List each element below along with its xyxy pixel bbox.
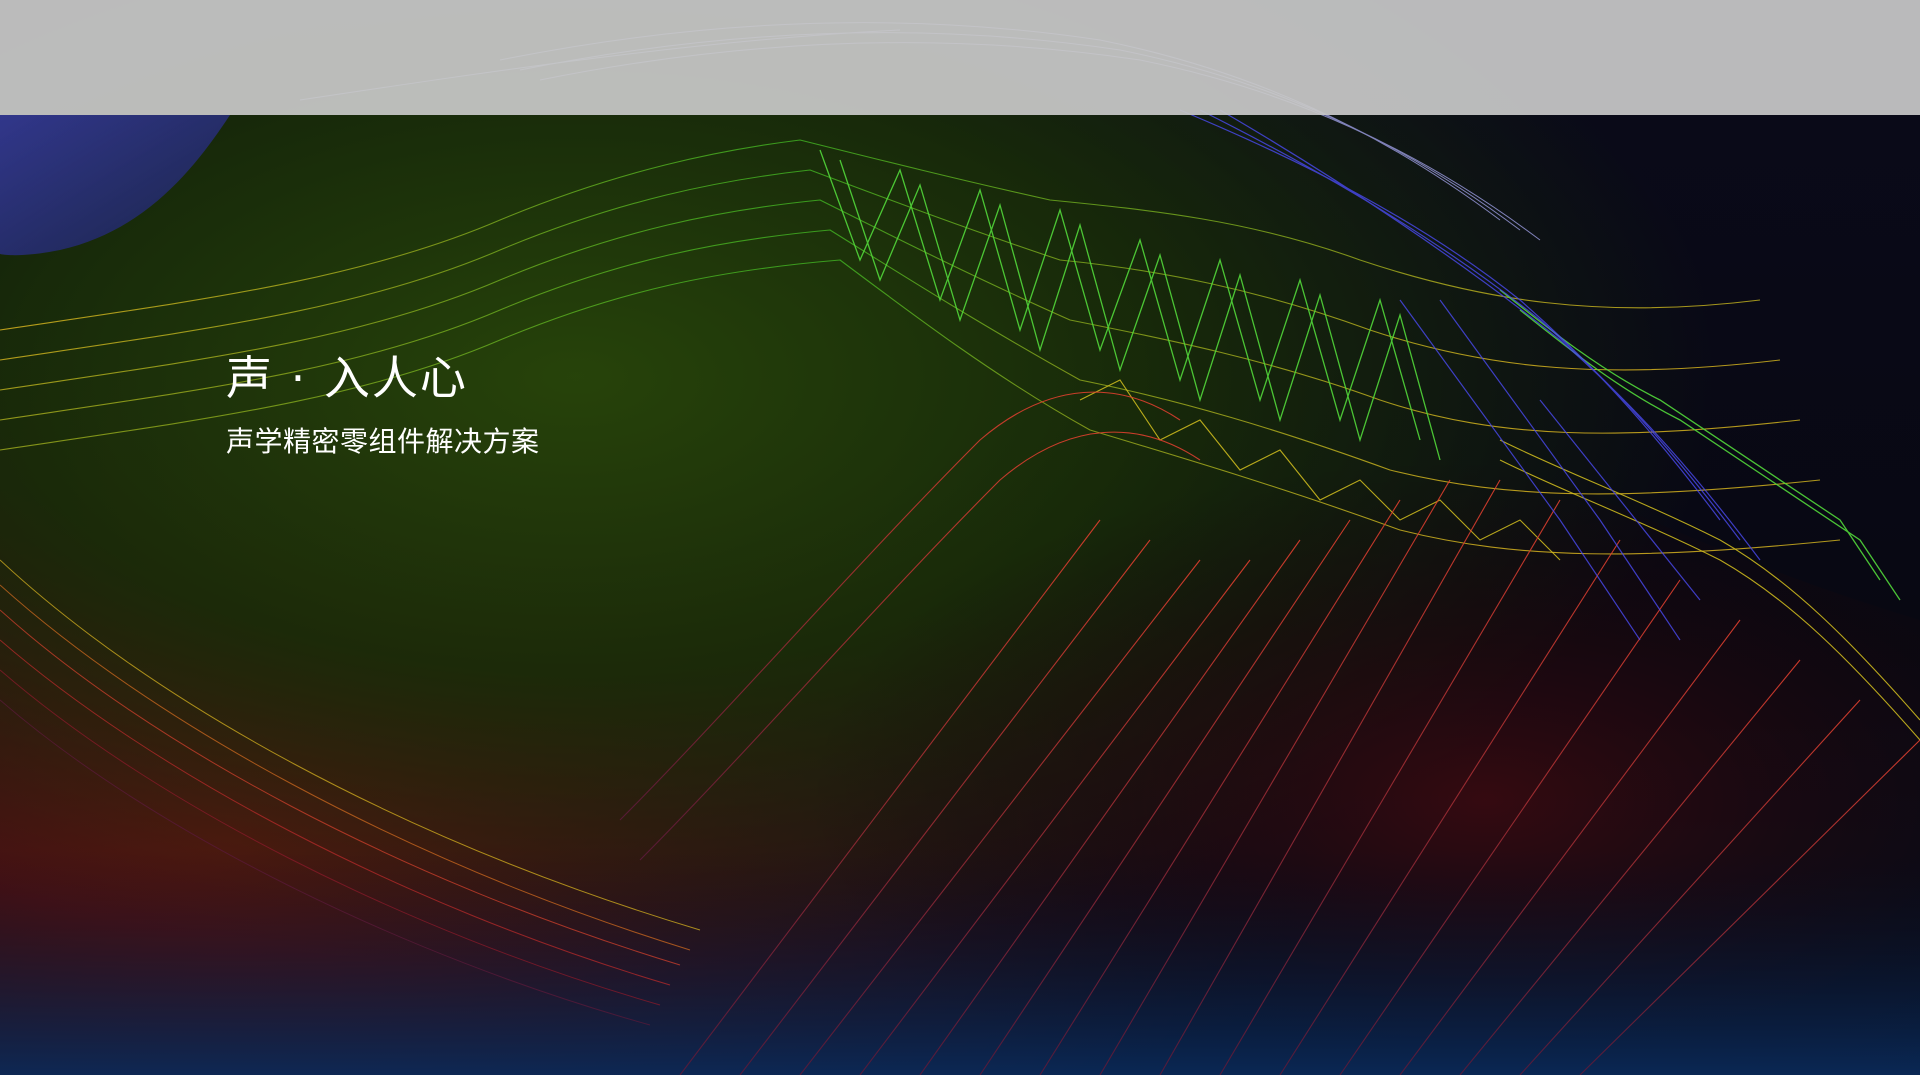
hero-subtitle: 声学精密零组件解决方案 <box>226 425 540 458</box>
wave-background <box>0 22 1920 1075</box>
hero-text-block: 声 · 入人心 声学精密零组件解决方案 <box>226 348 540 460</box>
hero-title: 声 · 入人心 <box>226 351 468 405</box>
hero-banner: 声 · 入人心 声学精密零组件解决方案 <box>0 0 1920 1075</box>
top-nav-bar <box>0 0 1920 115</box>
